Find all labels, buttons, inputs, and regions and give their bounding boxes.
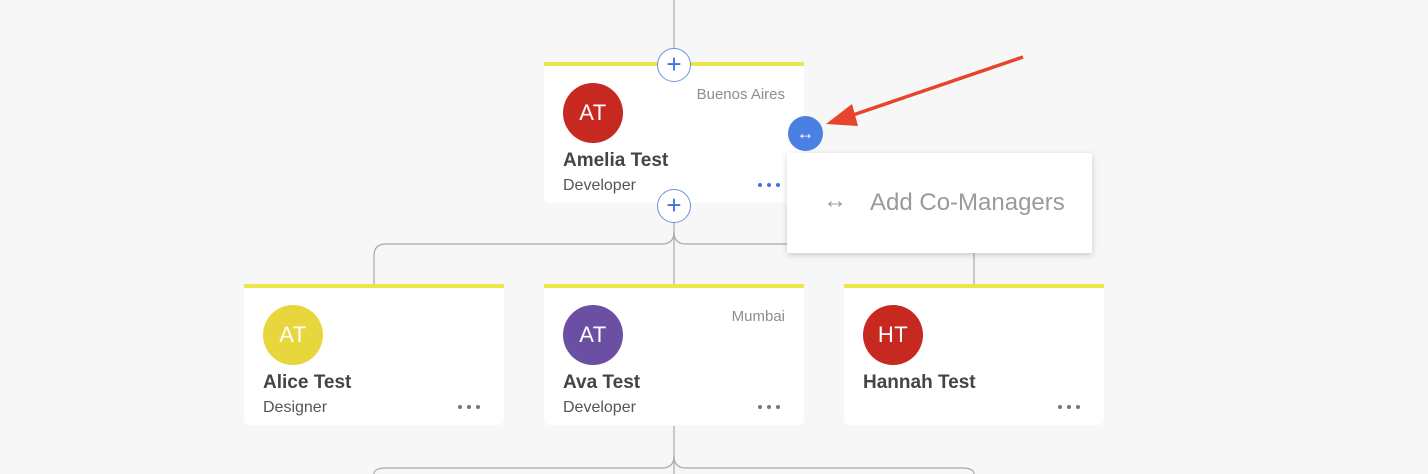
location-label: Mumbai xyxy=(731,308,785,325)
report-card[interactable]: AT Alice Test Designer xyxy=(244,284,504,425)
add-manager-button[interactable]: + xyxy=(657,48,691,82)
arrows-horizontal-icon: ↔ xyxy=(796,123,815,143)
person-role: Developer xyxy=(563,177,636,194)
co-manager-button[interactable]: ↔ xyxy=(788,116,823,151)
add-report-button[interactable]: + xyxy=(657,189,691,223)
more-options-icon[interactable] xyxy=(458,402,480,412)
more-options-icon[interactable] xyxy=(758,180,780,190)
arrows-horizontal-icon: ↔ xyxy=(823,187,847,214)
avatar: AT xyxy=(263,305,323,365)
person-name: Amelia Test xyxy=(563,150,669,171)
location-label: Buenos Aires xyxy=(696,86,785,103)
person-role: Designer xyxy=(263,399,328,416)
avatar: AT xyxy=(563,305,623,365)
person-name: Alice Test xyxy=(263,372,352,393)
more-options-icon[interactable] xyxy=(758,402,780,412)
person-role: Developer xyxy=(563,399,636,416)
avatar: AT xyxy=(563,83,623,143)
report-card[interactable]: HT Hannah Test xyxy=(844,284,1104,425)
more-options-icon[interactable] xyxy=(1058,402,1080,412)
avatar: HT xyxy=(863,305,923,365)
person-name: Ava Test xyxy=(563,372,641,393)
add-co-managers-menu-item[interactable]: ↔ Add Co-Managers xyxy=(787,153,1092,253)
annotation-arrow xyxy=(826,55,1024,126)
co-manager-popup: ↔ Add Co-Managers xyxy=(787,153,1092,253)
manager-card[interactable]: AT Buenos Aires Amelia Test Developer xyxy=(544,62,804,203)
person-name: Hannah Test xyxy=(863,372,976,393)
report-card[interactable]: AT Mumbai Ava Test Developer xyxy=(544,284,804,425)
add-co-managers-label: Add Co-Managers xyxy=(870,189,1065,216)
